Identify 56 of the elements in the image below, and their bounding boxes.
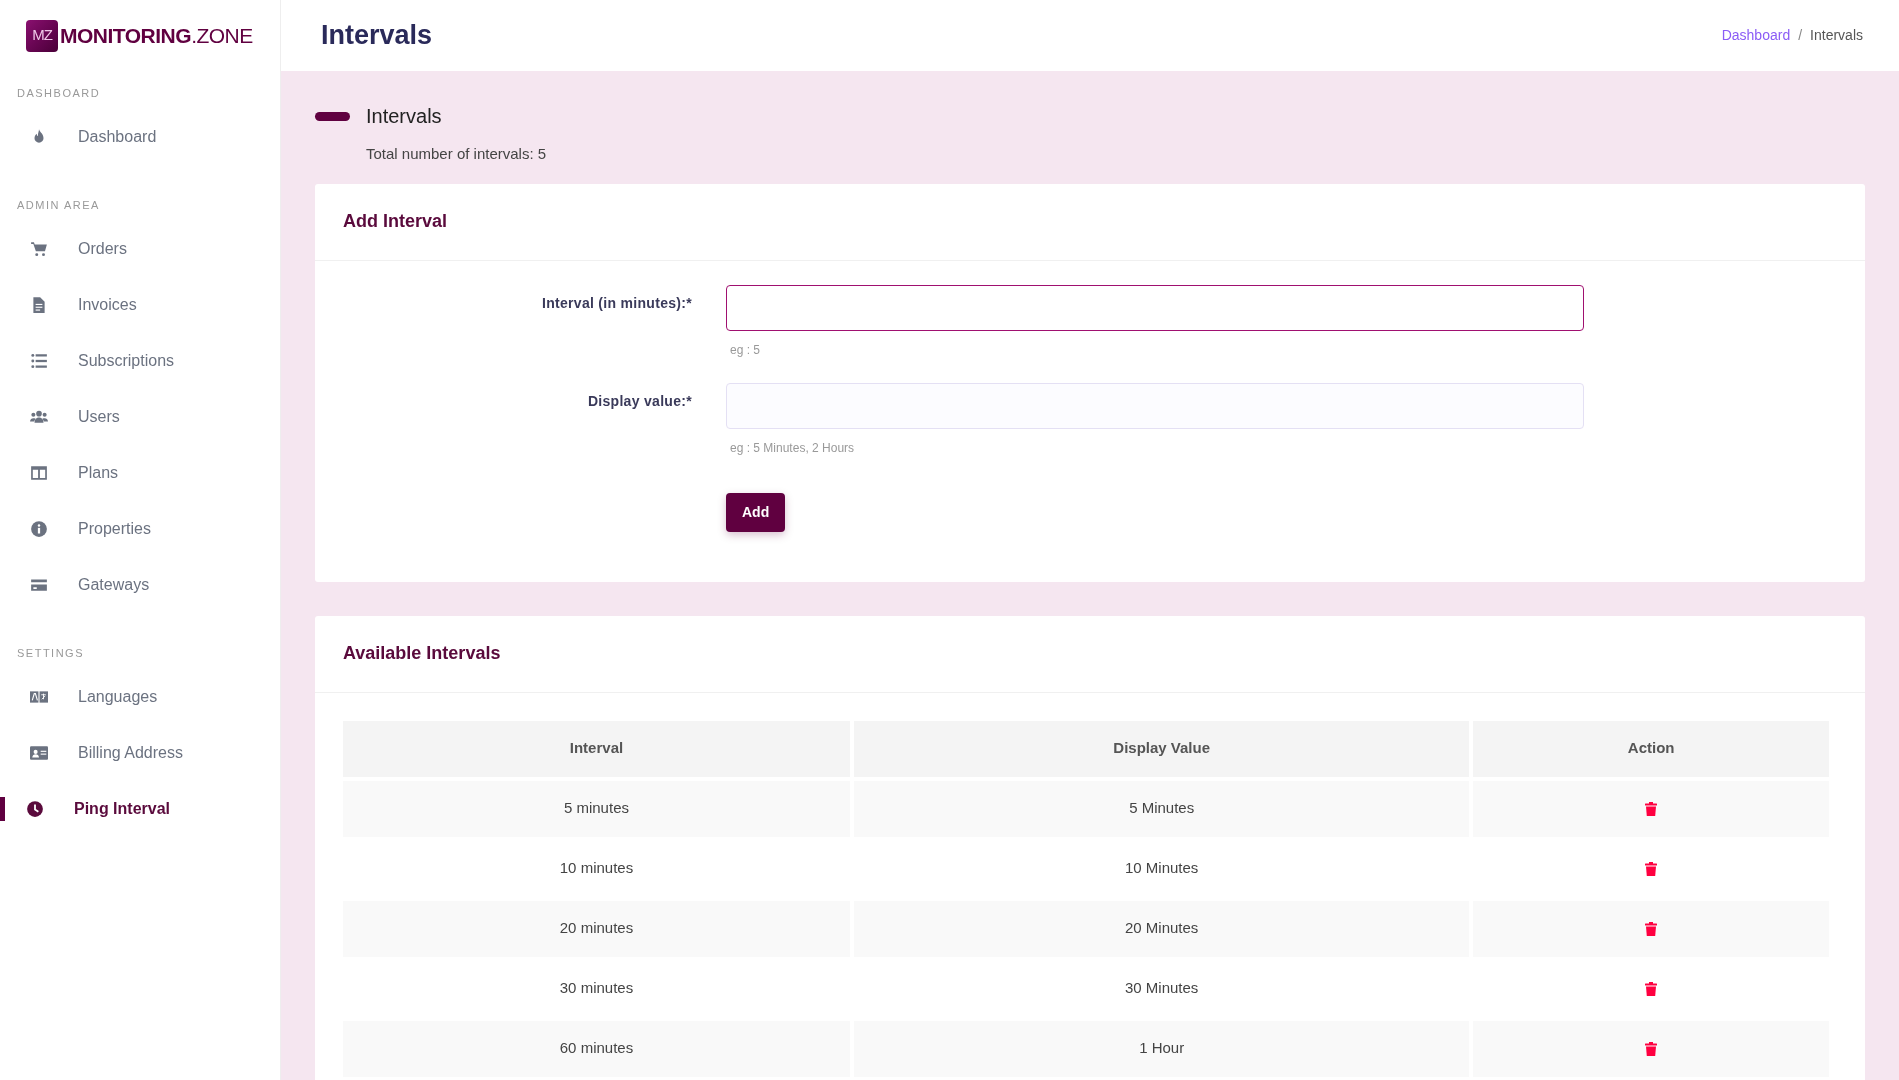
sidebar-section-title: DASHBOARD (16, 85, 102, 101)
id-card-icon (30, 744, 48, 762)
sidebar-item[interactable]: Plans (0, 445, 280, 501)
sidebar-item[interactable]: Billing Address (0, 725, 280, 781)
sidebar-section-title: ADMIN AREA (16, 197, 101, 213)
card-title: Available Intervals (343, 642, 501, 665)
trash-icon[interactable] (1645, 862, 1658, 877)
sidebar-item[interactable]: Gateways (0, 557, 280, 613)
brand-name: MONITORING.ZONE (60, 22, 253, 49)
column-header: Action (1473, 720, 1829, 777)
table-cell: 5 Minutes (853, 780, 1470, 837)
field-label: Display value:* (586, 391, 693, 411)
breadcrumb-separator: / (1798, 26, 1803, 45)
logo-mark: MZ (26, 19, 58, 52)
table-cell: 20 minutes (343, 900, 850, 957)
sidebar-section-title: SETTINGS (16, 645, 85, 661)
field-hint: eg : 5 (730, 341, 762, 359)
table-cell: 60 minutes (343, 1020, 850, 1077)
interval-count: Total number of intervals: 5 (366, 144, 548, 164)
sidebar-item[interactable]: Subscriptions (0, 333, 280, 389)
sidebar-item[interactable]: Invoices (0, 277, 280, 333)
document-icon (30, 296, 48, 314)
section-title: Intervals (366, 104, 442, 129)
clock-icon (26, 800, 44, 818)
page-header-title: Intervals (321, 19, 433, 53)
active-indicator (0, 797, 5, 821)
table-cell: 1 Hour (853, 1020, 1470, 1077)
trash-icon[interactable] (1645, 922, 1658, 937)
trash-icon[interactable] (1645, 802, 1658, 817)
sidebar-item[interactable]: Properties (0, 501, 280, 557)
trash-icon[interactable] (1645, 1042, 1658, 1057)
cart-icon (30, 240, 48, 258)
title-accent-bar (315, 111, 350, 121)
input-field[interactable] (726, 284, 1584, 331)
sidebar-item[interactable]: Ping Interval (0, 781, 280, 837)
table-cell: 20 Minutes (853, 900, 1470, 957)
breadcrumb-current: Intervals (1810, 26, 1863, 45)
card-title: Add Interval (343, 210, 448, 233)
sidebar-item[interactable]: Dashboard (0, 109, 280, 165)
add-button[interactable]: Add (726, 492, 786, 532)
breadcrumb-link[interactable]: Dashboard (1721, 25, 1791, 46)
field-hint: eg : 5 Minutes, 2 Hours (730, 439, 856, 457)
language-icon (30, 688, 48, 706)
table-cell: 5 minutes (343, 780, 850, 837)
field-label: Interval (in minutes):* (540, 293, 693, 313)
info-icon (30, 520, 48, 538)
column-header: Display Value (853, 720, 1470, 777)
sidebar-item[interactable]: Languages (0, 669, 280, 725)
column-header: Interval (343, 720, 850, 777)
sidebar-item[interactable]: Users (0, 389, 280, 445)
list-icon (30, 352, 48, 370)
trash-icon[interactable] (1645, 982, 1658, 997)
columns-icon (30, 464, 48, 482)
sidebar-item[interactable]: Orders (0, 221, 280, 277)
credit-card-icon (30, 576, 48, 594)
users-icon (30, 408, 48, 426)
